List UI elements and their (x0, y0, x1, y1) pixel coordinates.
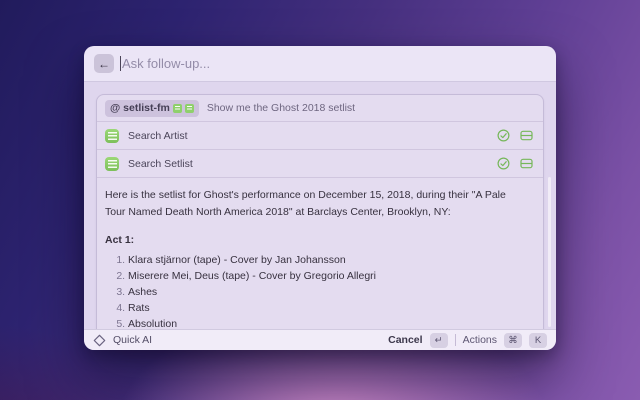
text-cursor (120, 56, 121, 71)
mention-chip[interactable]: @ setlist-fm (105, 100, 199, 117)
result-card: @ setlist-fm Show me the Ghost 2018 setl… (96, 94, 544, 329)
app-label: Quick AI (113, 334, 152, 346)
query-row[interactable]: @ setlist-fm Show me the Ghost 2018 setl… (97, 95, 543, 122)
setlistfm-icon (173, 104, 182, 113)
tool-row-search-artist[interactable]: Search Artist (97, 122, 543, 150)
tool-status (497, 129, 533, 142)
raycast-logo-icon (93, 334, 106, 347)
result-scroll-area: @ setlist-fm Show me the Ghost 2018 setl… (84, 82, 556, 329)
quick-ai-window: ← Ask follow-up... @ setlist-fm Show me … (84, 46, 556, 350)
scrollbar-thumb[interactable] (548, 177, 551, 327)
follow-up-input[interactable]: Ask follow-up... (122, 56, 210, 71)
action-bar: Quick AI Cancel ↵ Actions ⌘ K (84, 329, 556, 350)
act-heading: Act 1: (105, 234, 527, 246)
answer-intro: Here is the setlist for Ghost's performa… (105, 187, 527, 220)
song-item: Miserere Mei, Deus (tape) - Cover by Gre… (128, 268, 527, 284)
check-circle-icon (497, 129, 510, 142)
query-text: Show me the Ghost 2018 setlist (207, 102, 355, 114)
footer-left: Quick AI (93, 334, 388, 347)
return-key-badge: ↵ (430, 333, 448, 348)
check-circle-icon (497, 157, 510, 170)
tool-label: Search Artist (128, 130, 488, 142)
song-item: Klara stjärnor (tape) - Cover by Jan Joh… (128, 252, 527, 268)
divider (455, 334, 456, 346)
response-data-icon (520, 157, 533, 170)
actions-button[interactable]: Actions (463, 334, 497, 346)
follow-up-bar: ← Ask follow-up... (84, 46, 556, 82)
tool-row-search-setlist[interactable]: Search Setlist (97, 150, 543, 178)
desktop-background: ← Ask follow-up... @ setlist-fm Show me … (0, 0, 640, 400)
setlist-songs: Klara stjärnor (tape) - Cover by Jan Joh… (105, 252, 527, 329)
song-item: Ashes (128, 284, 527, 300)
k-key-badge: K (529, 333, 547, 348)
setlistfm-icon (185, 104, 194, 113)
setlistfm-icon (105, 129, 119, 143)
cmd-key-badge: ⌘ (504, 333, 522, 348)
cancel-button[interactable]: Cancel (388, 334, 422, 346)
song-item: Absolution (128, 316, 527, 329)
tool-status (497, 157, 533, 170)
song-item: Rats (128, 300, 527, 316)
tool-label: Search Setlist (128, 158, 488, 170)
footer-right: Cancel ↵ Actions ⌘ K (388, 333, 547, 348)
response-data-icon (520, 129, 533, 142)
back-arrow-icon: ← (98, 58, 110, 70)
setlistfm-icon (105, 157, 119, 171)
ai-answer: Here is the setlist for Ghost's performa… (97, 178, 543, 329)
back-button[interactable]: ← (94, 54, 114, 73)
mention-label: @ setlist-fm (110, 102, 170, 114)
